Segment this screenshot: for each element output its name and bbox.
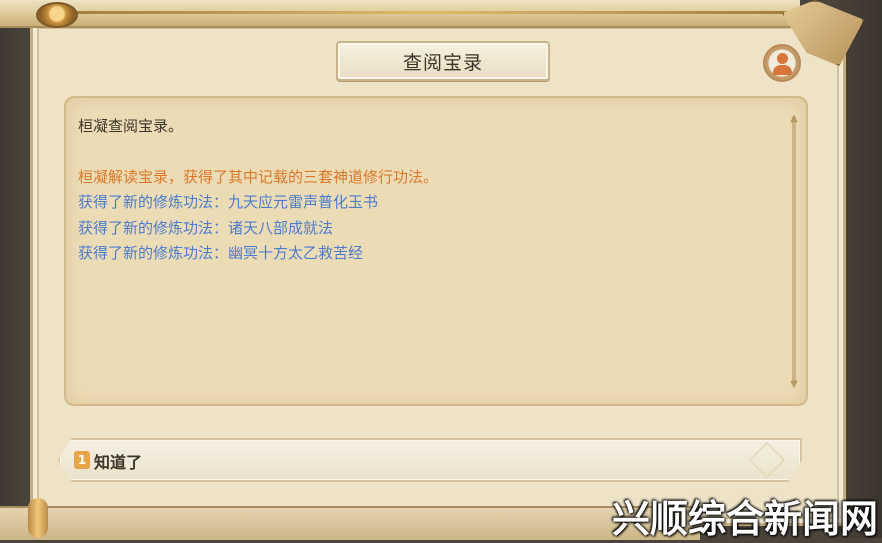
watermark-text: 兴顺综合新闻网: [612, 497, 879, 541]
top-scroll-rail: [0, 0, 800, 28]
scroll-up-icon[interactable]: ▲: [787, 112, 801, 126]
bottom-knob-ornament: [28, 498, 48, 538]
bottom-scroll-rail: [0, 506, 700, 540]
message-line-method-3: 获得了新的修炼功法：幽冥十方太乙救苦经: [78, 244, 364, 263]
scroll-knob-ornament: [36, 2, 78, 28]
message-panel: 桓凝查阅宝录。 桓凝解读宝录，获得了其中记载的三套神道修行功法。 获得了新的修炼…: [64, 96, 808, 406]
person-icon[interactable]: [763, 44, 801, 82]
message-line-method-2: 获得了新的修炼功法：诸天八部成就法: [78, 218, 334, 237]
message-line-intro: 桓凝查阅宝录。: [78, 117, 184, 135]
option-number-badge: 1: [74, 451, 90, 469]
scrollbar[interactable]: [792, 116, 796, 384]
dialog-title-tab: 查阅宝录: [336, 41, 550, 81]
dialog-title: 查阅宝录: [402, 51, 483, 74]
message-line-method-1: 获得了新的修炼功法：九天应元雷声普化玉书: [78, 193, 379, 212]
avatar-body: [773, 65, 792, 75]
rail-line: [70, 11, 790, 14]
message-text: 桓凝查阅宝录。 桓凝解读宝录，获得了其中记载的三套神道修行功法。 获得了新的修炼…: [78, 114, 778, 267]
message-line-summary: 桓凝解读宝录，获得了其中记载的三套神道修行功法。: [78, 167, 439, 186]
option-acknowledge-button[interactable]: 1 知道了: [58, 438, 802, 482]
option-label: 知道了: [94, 453, 143, 472]
scroll-down-icon[interactable]: ▼: [787, 378, 801, 392]
option-decoration: [749, 442, 786, 479]
avatar-head: [777, 53, 788, 64]
